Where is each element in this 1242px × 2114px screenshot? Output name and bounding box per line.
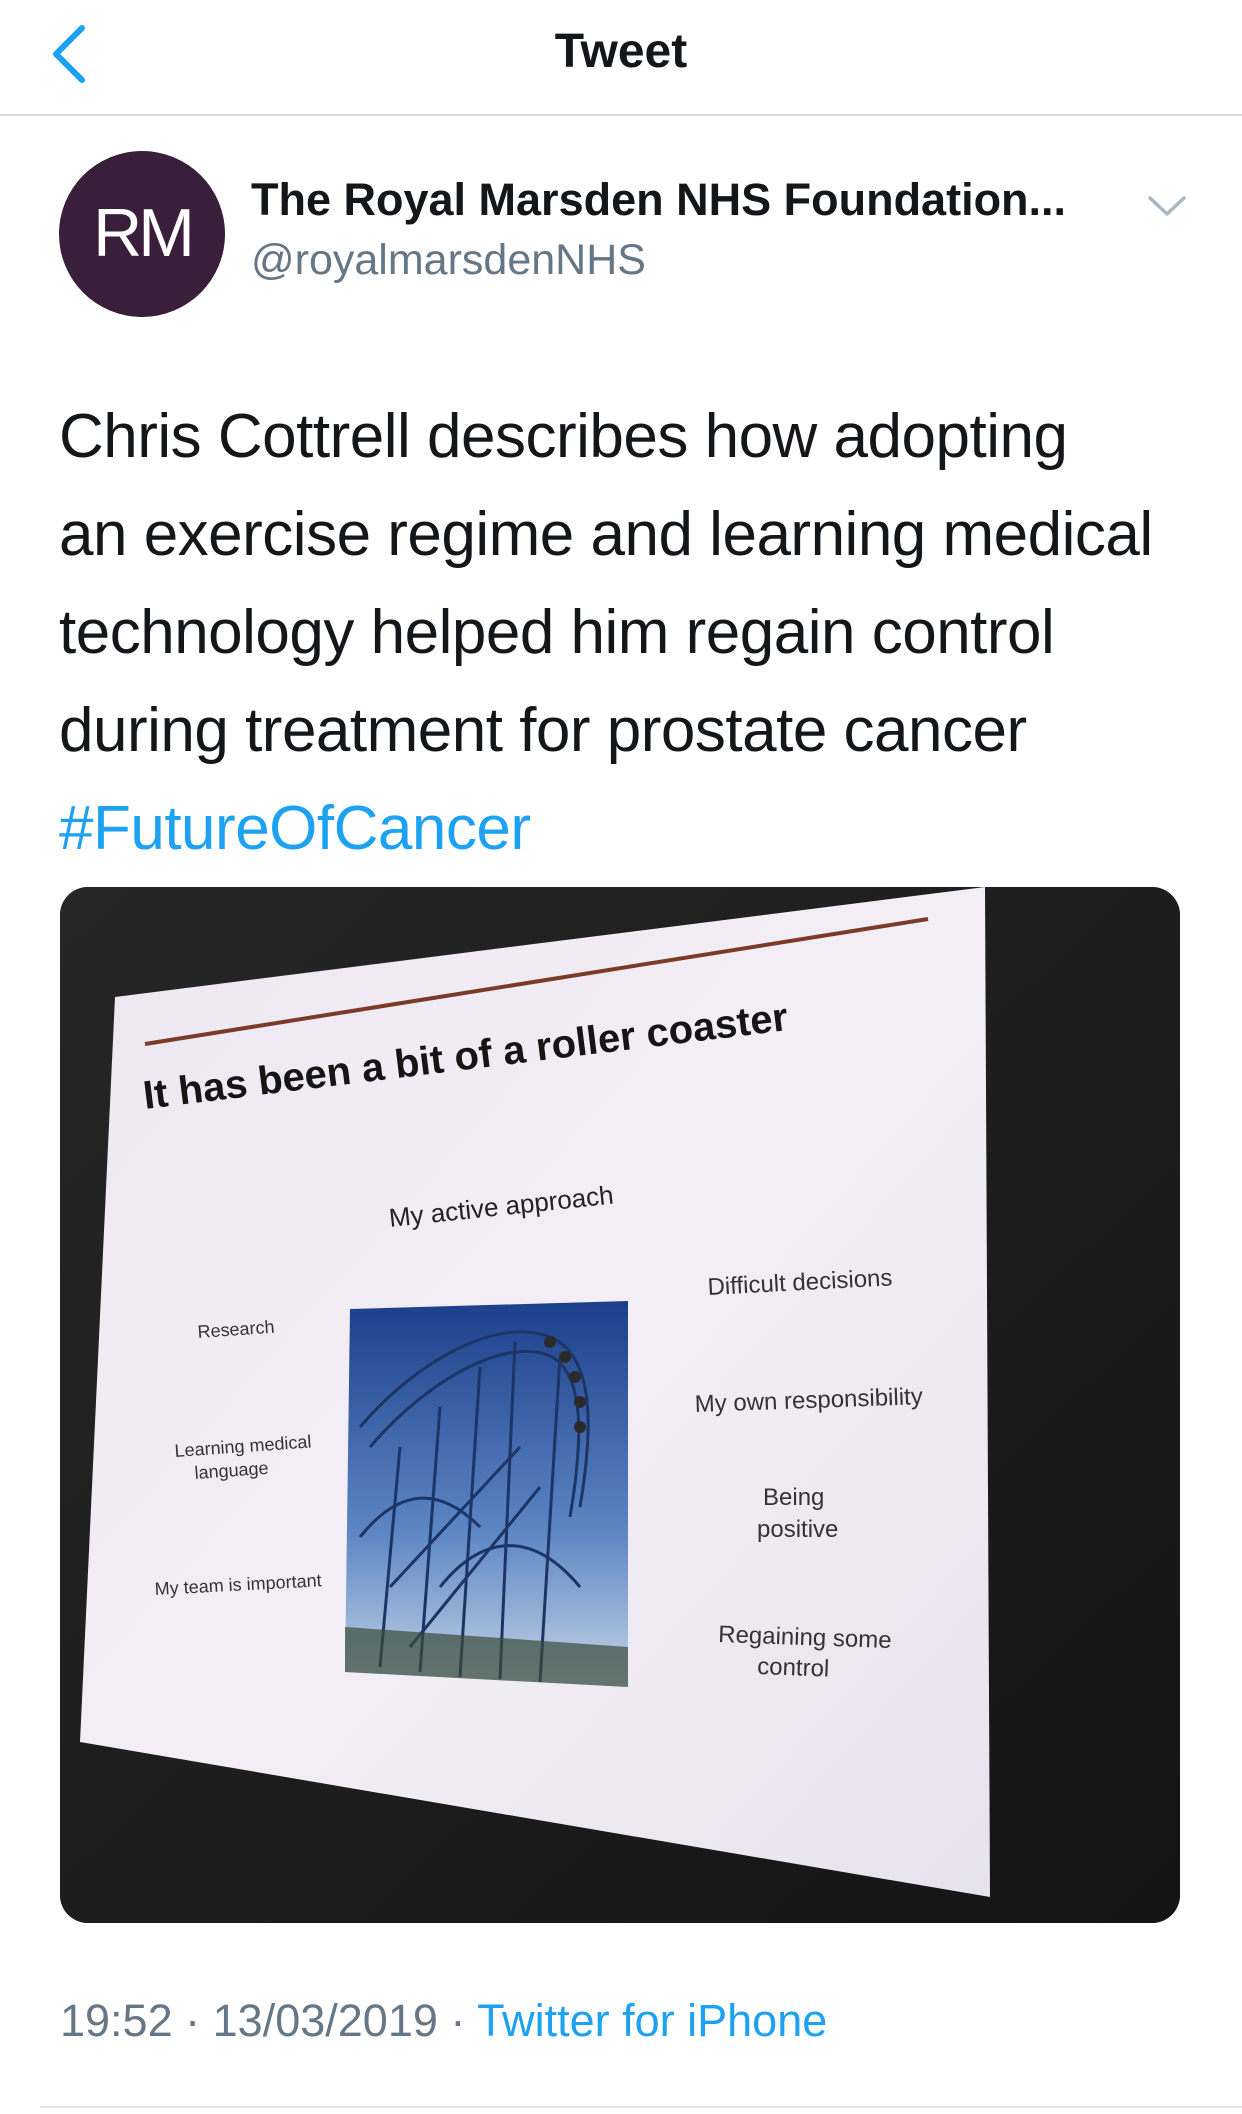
tweet-source-link[interactable]: Twitter for iPhone: [477, 1995, 827, 2046]
page-title: Tweet: [554, 25, 688, 78]
tweet-time: 19:52: [60, 1995, 173, 2046]
tweet-line: an exercise regime and learning medical: [59, 500, 1153, 569]
roller-coaster-image: [345, 1301, 628, 1687]
navigation-bar: Tweet: [0, 0, 1242, 116]
tweet-text: Chris Cottrell describes how adopting an…: [59, 388, 1199, 878]
tweet-line: technology helped him regain control: [59, 598, 1055, 667]
tweet-line: Chris Cottrell describes how adopting: [59, 402, 1068, 471]
chevron-down-icon[interactable]: [1142, 186, 1192, 226]
slide-right-item: positive: [757, 1516, 838, 1543]
avatar-initials: RM: [93, 195, 191, 271]
hashtag-link[interactable]: #FutureOfCancer: [59, 780, 1199, 878]
author-handle[interactable]: @royalmarsdenNHS: [251, 236, 646, 285]
tweet-meta: 19:52 · 13/03/2019 · Twitter for iPhone: [60, 1995, 827, 2047]
tweet-date: 13/03/2019: [212, 1995, 438, 2046]
divider: [40, 2106, 1242, 2108]
tweet-line: during treatment for prostate cancer: [59, 696, 1027, 765]
slide-right-item: Being: [763, 1484, 824, 1511]
meta-separator: ·: [450, 1995, 466, 2046]
slide-right-item: control: [757, 1653, 830, 1682]
tweet-photo[interactable]: It has been a bit of a roller coaster My…: [60, 887, 1180, 1923]
avatar[interactable]: RM: [59, 151, 225, 317]
author-name[interactable]: The Royal Marsden NHS Foundation...: [251, 174, 1111, 226]
meta-separator: ·: [185, 1995, 201, 2046]
